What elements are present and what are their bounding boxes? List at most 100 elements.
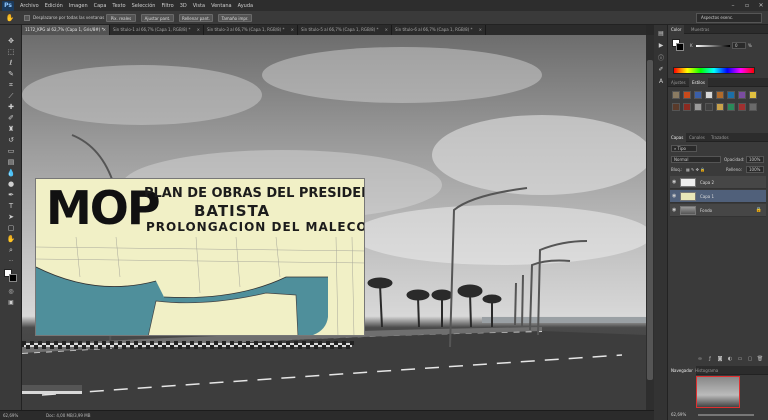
style-swatch[interactable] [749, 103, 757, 111]
workspace-select[interactable]: Aspectos esenc. [696, 13, 762, 23]
trash-icon[interactable]: 🗑 [756, 355, 764, 363]
fill-screen-button[interactable]: Rellenar pant. [179, 14, 213, 22]
fill-field[interactable]: 100% [746, 166, 764, 173]
menu-seleccion[interactable]: Selección [132, 3, 156, 9]
quick-mask-icon[interactable]: ◎ [5, 287, 17, 295]
tab-swatches[interactable]: Muestras [688, 25, 712, 34]
menu-3d[interactable]: 3D [180, 3, 187, 9]
menu-capa[interactable]: Capa [94, 3, 107, 9]
color-k-value[interactable]: 0 [732, 42, 746, 49]
style-swatch[interactable] [749, 91, 757, 99]
style-swatch[interactable] [683, 103, 691, 111]
navigator-zoom[interactable]: 62,69% [671, 411, 686, 418]
blend-mode-select[interactable]: Normal [671, 156, 721, 163]
style-swatch[interactable] [672, 91, 680, 99]
brush-tool-icon[interactable]: ✐ [5, 114, 17, 122]
tab-sin-titulo-1[interactable]: Sin título-1 al 66,7% (Capa 1, RGB/8) * × [110, 25, 204, 35]
fx-icon[interactable]: ƒ [706, 355, 714, 363]
mask-icon[interactable]: ◙ [716, 355, 724, 363]
style-swatch[interactable] [694, 103, 702, 111]
new-layer-icon[interactable]: ▢ [746, 355, 754, 363]
dodge-tool-icon[interactable]: ● [5, 180, 17, 188]
close-icon[interactable]: × [291, 25, 294, 35]
close-icon[interactable]: × [479, 25, 482, 35]
character-icon[interactable]: A [656, 77, 666, 85]
healing-tool-icon[interactable]: ✚ [5, 103, 17, 111]
more-tools-icon[interactable]: ⋯ [5, 257, 17, 265]
brush-presets-icon[interactable]: ✐ [656, 65, 666, 73]
close-icon[interactable]: × [103, 25, 106, 35]
style-swatch[interactable] [705, 91, 713, 99]
folder-icon[interactable]: ▭ [736, 355, 744, 363]
opacity-field[interactable]: 100% [746, 156, 764, 163]
style-swatch[interactable] [683, 91, 691, 99]
print-size-button[interactable]: Tamaño impr. [218, 14, 252, 22]
tab-histogram[interactable]: Histograma [692, 366, 721, 375]
tab-sin-titulo-6[interactable]: Sin título-6 al 66,7% (Capa 1, RGB/8) * × [392, 25, 486, 35]
menu-ayuda[interactable]: Ayuda [238, 3, 253, 9]
blur-tool-icon[interactable]: 💧 [5, 169, 17, 177]
crop-tool-icon[interactable]: ⌗ [5, 81, 17, 89]
tab-channels[interactable]: Canales [686, 133, 708, 142]
close-icon[interactable]: × [385, 25, 388, 35]
style-swatch[interactable] [727, 103, 735, 111]
style-swatch[interactable] [738, 103, 746, 111]
actual-pixels-button[interactable]: Pix. reales [106, 14, 136, 22]
marquee-tool-icon[interactable]: ⬚ [5, 48, 17, 56]
style-swatch[interactable] [672, 103, 680, 111]
eye-icon[interactable]: ◉ [672, 193, 676, 199]
type-tool-icon[interactable]: T [5, 202, 17, 210]
gradient-tool-icon[interactable]: ▤ [5, 158, 17, 166]
tab-1172-kpg[interactable]: 1172_KPG al 62,7% (Capa 1, Gris/8#) * × [22, 25, 110, 35]
menu-ventana[interactable]: Ventana [211, 3, 232, 9]
eye-icon[interactable]: ◉ [672, 179, 676, 185]
tab-adjustments[interactable]: Ajustes [668, 78, 689, 87]
style-swatch[interactable] [716, 103, 724, 111]
history-brush-tool-icon[interactable]: ↺ [5, 136, 17, 144]
document-canvas[interactable]: MOP PLAN DE OBRAS DEL PRESIDENTE BATISTA… [22, 35, 646, 410]
move-tool-icon[interactable]: ✥ [5, 37, 17, 45]
layer-row-fondo[interactable]: ◉ Fondo 🔒 [670, 204, 766, 217]
screen-mode-icon[interactable]: ▣ [5, 298, 17, 306]
tab-styles[interactable]: Estilos [689, 78, 708, 87]
lock-icons[interactable]: ▦ ✎ ✥ 🔒 [686, 166, 705, 173]
color-bg-swatch[interactable] [676, 43, 684, 51]
quick-select-tool-icon[interactable]: ✎ [5, 70, 17, 78]
eyedropper-tool-icon[interactable]: ⟋ [5, 92, 17, 100]
color-spectrum[interactable] [673, 67, 755, 74]
lasso-tool-icon[interactable]: ℓ [5, 59, 17, 67]
fit-screen-button[interactable]: Ajustar pant. [141, 14, 174, 22]
menu-texto[interactable]: Texto [112, 3, 125, 9]
style-swatch[interactable] [738, 91, 746, 99]
info-icon[interactable]: ⓘ [656, 53, 666, 62]
maximize-icon[interactable]: ▫ [740, 0, 754, 11]
layer-filter-select[interactable]: ⌕ Tipo [671, 145, 697, 152]
layer-row-capa-1[interactable]: ◉ Capa 1 [670, 190, 766, 203]
tab-sin-titulo-5[interactable]: Sin título-5 al 66,7% (Capa 1, RGB/8) * × [298, 25, 392, 35]
menu-archivo[interactable]: Archivo [20, 3, 39, 9]
tab-sin-titulo-3[interactable]: Sin título-3 al 66,7% (Capa 1, RGB/8) * × [204, 25, 298, 35]
zoom-tool-icon[interactable]: ⌕ [5, 246, 17, 254]
close-icon[interactable]: × [197, 25, 200, 35]
shape-tool-icon[interactable]: ▢ [5, 224, 17, 232]
path-select-tool-icon[interactable]: ➤ [5, 213, 17, 221]
tab-color[interactable]: Color [668, 25, 685, 34]
menu-edicion[interactable]: Edición [45, 3, 63, 9]
pen-tool-icon[interactable]: ✒ [5, 191, 17, 199]
adjustment-icon[interactable]: ◐ [726, 355, 734, 363]
eraser-tool-icon[interactable]: ▭ [5, 147, 17, 155]
link-icon[interactable]: ∞ [696, 355, 704, 363]
navigator-view-box[interactable] [696, 376, 740, 408]
minimize-icon[interactable]: – [726, 0, 740, 11]
style-swatch[interactable] [727, 91, 735, 99]
tab-layers[interactable]: Capas [668, 133, 687, 142]
hand-tool-icon[interactable]: ✋ [5, 235, 17, 243]
color-k-slider[interactable] [696, 45, 730, 47]
close-icon[interactable]: ✕ [754, 0, 768, 11]
menu-filtro[interactable]: Filtro [161, 3, 173, 9]
scroll-all-checkbox[interactable] [24, 15, 30, 21]
style-swatch[interactable] [705, 103, 713, 111]
style-swatch[interactable] [716, 91, 724, 99]
style-swatch[interactable] [694, 91, 702, 99]
history-icon[interactable]: ▤ [656, 29, 666, 37]
